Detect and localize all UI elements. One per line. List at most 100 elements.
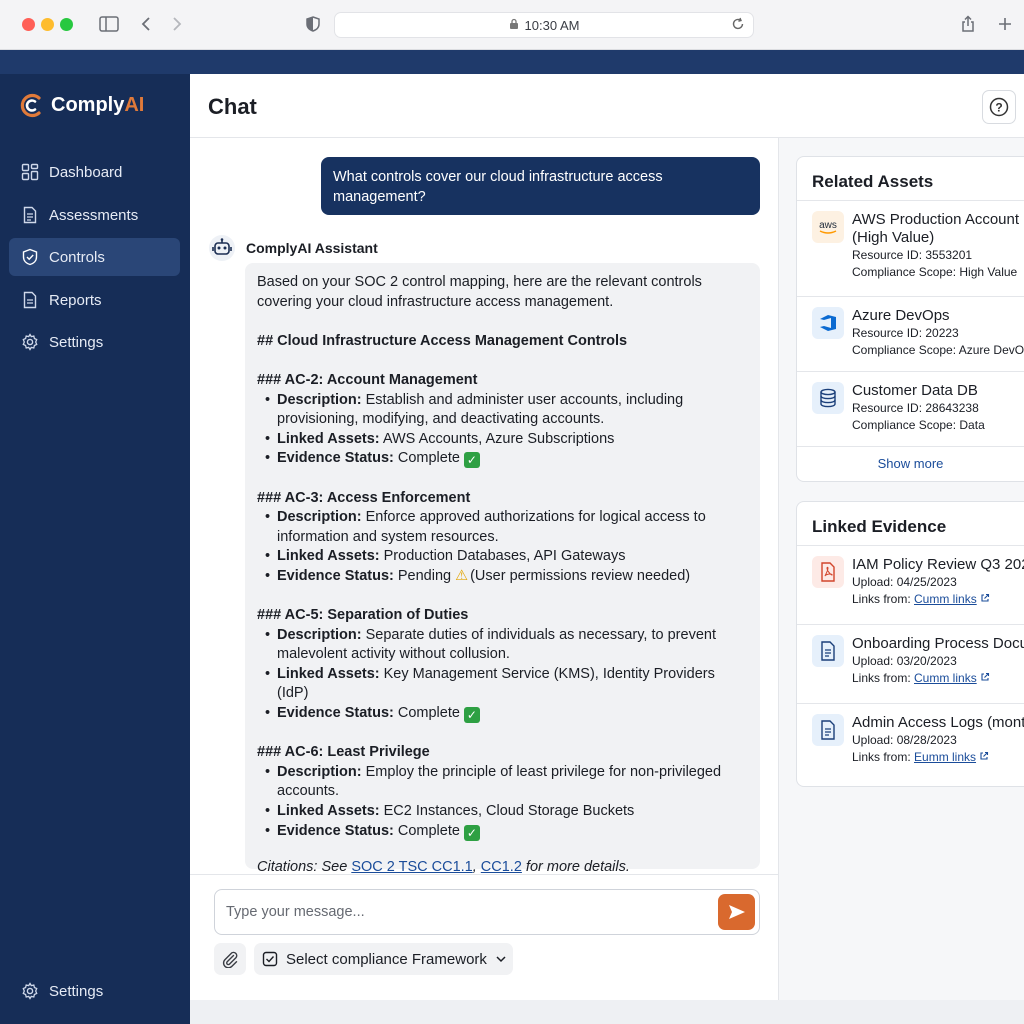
control-details: Description: Establish and administer us… bbox=[257, 391, 748, 469]
evidence-upload-date: Upload: 03/20/2023 bbox=[852, 654, 957, 668]
main-panel: Chat ? What controls cover our cloud inf… bbox=[190, 74, 1024, 1024]
sidebar-item-dashboard[interactable]: Dashboard bbox=[9, 153, 180, 191]
control-title: ### AC-5: Separation of Duties bbox=[257, 607, 469, 624]
evidence-item[interactable]: Onboarding Process Document Upload: 03/2… bbox=[797, 625, 1024, 704]
attach-button[interactable] bbox=[214, 943, 246, 975]
control-linked-assets: Linked Assets: Key Management Service (K… bbox=[265, 665, 748, 704]
citation-link-cc1-2[interactable]: CC1.2 bbox=[481, 859, 522, 875]
control-title: ### AC-6: Least Privilege bbox=[257, 744, 430, 761]
page-title: Chat bbox=[208, 94, 257, 119]
control-title: ### AC-3: Access Enforcement bbox=[257, 489, 471, 506]
report-icon bbox=[23, 291, 37, 309]
sidebar-item-assessments[interactable]: Assessments bbox=[9, 196, 180, 234]
shield-icon bbox=[22, 248, 38, 266]
asset-name: Azure DevOps bbox=[852, 307, 950, 324]
help-button[interactable]: ? bbox=[982, 90, 1016, 124]
control-linked-assets: Linked Assets: AWS Accounts, Azure Subsc… bbox=[265, 430, 748, 450]
show-more-link[interactable]: Show more bbox=[797, 447, 1024, 479]
control-details: Description: Employ the principle of lea… bbox=[257, 763, 748, 841]
evidence-item[interactable]: IAM Policy Review Q3 2023 Upload: 04/25/… bbox=[797, 546, 1024, 625]
evidence-item[interactable]: Admin Access Logs (monthly) Upload: 08/2… bbox=[797, 704, 1024, 785]
document-icon bbox=[23, 206, 37, 224]
compliance-framework-select[interactable]: Select compliance Framework bbox=[254, 943, 513, 975]
forward-icon[interactable] bbox=[166, 13, 188, 35]
grid-icon bbox=[21, 163, 39, 181]
chevron-down-icon bbox=[496, 956, 506, 963]
message-input[interactable] bbox=[214, 889, 760, 935]
asset-item[interactable]: Customer Data DB Resource ID: 28643238 C… bbox=[797, 372, 1024, 447]
sidebar-footer-settings[interactable]: Settings bbox=[9, 972, 180, 1010]
control-evidence-status: Evidence Status: Complete✓ bbox=[265, 449, 748, 469]
asset-resource-id: Resource ID: 28643238 bbox=[852, 401, 979, 415]
doc-icon bbox=[812, 714, 844, 746]
sidebar-toggle-icon[interactable] bbox=[98, 13, 120, 35]
control-description: Description: Employ the principle of lea… bbox=[265, 763, 748, 802]
asset-compliance-scope: Compliance Scope: High Value bbox=[852, 265, 1018, 279]
control-title: ### AC-2: Account Management bbox=[257, 371, 478, 388]
external-link-icon bbox=[981, 593, 990, 602]
page-header: Chat ? bbox=[190, 74, 1024, 138]
sidebar: ComplyAI Dashboard Assessments Controls … bbox=[0, 74, 190, 1024]
brand-name: Comply bbox=[51, 94, 125, 116]
asset-compliance-scope: Compliance Scope: Azure DevOps bbox=[852, 343, 1024, 357]
evidence-link[interactable]: Cumm links bbox=[914, 592, 977, 606]
control-linked-assets: Linked Assets: Production Databases, API… bbox=[265, 547, 748, 567]
main-footer-gap bbox=[190, 1000, 1024, 1024]
brand-logo[interactable]: ComplyAI bbox=[18, 92, 144, 119]
external-link-icon bbox=[981, 672, 990, 681]
control-evidence-status: Evidence Status: Complete✓ bbox=[265, 822, 748, 842]
related-assets-title: Related Assets bbox=[797, 157, 1024, 201]
evidence-name: IAM Policy Review Q3 2023 bbox=[852, 556, 1024, 573]
user-message: What controls cover our cloud infrastruc… bbox=[321, 157, 760, 215]
address-text: 10:30 AM bbox=[524, 17, 580, 33]
asset-item[interactable]: Azure DevOps Resource ID: 20223 Complian… bbox=[797, 297, 1024, 372]
send-button[interactable] bbox=[718, 894, 755, 930]
browser-toolbar: 10:30 AM bbox=[0, 0, 1024, 50]
warning-icon: ⚠ bbox=[455, 567, 469, 584]
doc-icon bbox=[812, 635, 844, 667]
evidence-link[interactable]: Cumm links bbox=[914, 671, 977, 685]
chat-thread: What controls cover our cloud infrastruc… bbox=[190, 138, 778, 938]
sidebar-item-settings[interactable]: Settings bbox=[9, 323, 180, 361]
address-bar[interactable]: 10:30 AM bbox=[334, 12, 754, 38]
asset-item[interactable]: aws AWS Production Account (High Value) … bbox=[797, 201, 1024, 297]
assistant-heading: ## Cloud Infrastructure Access Managemen… bbox=[257, 332, 628, 349]
window-minimize-button[interactable] bbox=[41, 18, 54, 31]
brand-name-ai: AI bbox=[124, 94, 145, 116]
new-tab-icon[interactable] bbox=[994, 13, 1016, 35]
evidence-links: Links from: Cumm links bbox=[852, 670, 1024, 687]
svg-text:aws: aws bbox=[819, 220, 837, 231]
back-icon[interactable] bbox=[135, 13, 157, 35]
evidence-links: Links from: Cumm links bbox=[852, 591, 1024, 608]
azure-devops-icon bbox=[812, 307, 844, 339]
sidebar-item-label: Reports bbox=[49, 291, 102, 309]
svg-text:?: ? bbox=[995, 100, 1002, 114]
sidebar-item-label: Assessments bbox=[49, 206, 139, 224]
linked-evidence-card: Linked Evidence IAM Policy Review Q3 202… bbox=[796, 501, 1024, 787]
complyai-logo-icon bbox=[20, 93, 41, 118]
evidence-name: Admin Access Logs (monthly) bbox=[852, 714, 1024, 731]
evidence-link[interactable]: Eumm links bbox=[914, 750, 976, 764]
database-icon bbox=[812, 382, 844, 414]
control-description: Description: Establish and administer us… bbox=[265, 391, 748, 430]
window-zoom-button[interactable] bbox=[60, 18, 73, 31]
privacy-shield-icon[interactable] bbox=[302, 13, 324, 35]
lock-icon bbox=[509, 18, 519, 33]
sidebar-item-label: Settings bbox=[49, 333, 104, 351]
control-details: Description: Separate duties of individu… bbox=[257, 626, 748, 724]
control-evidence-status: Evidence Status: Complete✓ bbox=[265, 704, 748, 724]
robot-icon bbox=[208, 234, 236, 262]
sidebar-item-controls[interactable]: Controls bbox=[9, 238, 180, 276]
reload-icon[interactable] bbox=[731, 17, 745, 34]
share-icon[interactable] bbox=[957, 13, 979, 35]
window-close-button[interactable] bbox=[22, 18, 35, 31]
gear-icon bbox=[22, 982, 38, 1000]
sidebar-item-reports[interactable]: Reports bbox=[9, 281, 180, 319]
sidebar-item-label: Controls bbox=[49, 248, 105, 266]
citation-link-cc1-1[interactable]: SOC 2 TSC CC1.1 bbox=[351, 859, 472, 875]
assistant-intro: Based on your SOC 2 control mapping, her… bbox=[257, 274, 702, 310]
evidence-upload-date: Upload: 08/28/2023 bbox=[852, 733, 957, 747]
control-evidence-status: Evidence Status: Pending⚠(User permissio… bbox=[265, 567, 748, 587]
gear-icon bbox=[22, 333, 38, 351]
sidebar-item-label: Settings bbox=[49, 982, 104, 1000]
